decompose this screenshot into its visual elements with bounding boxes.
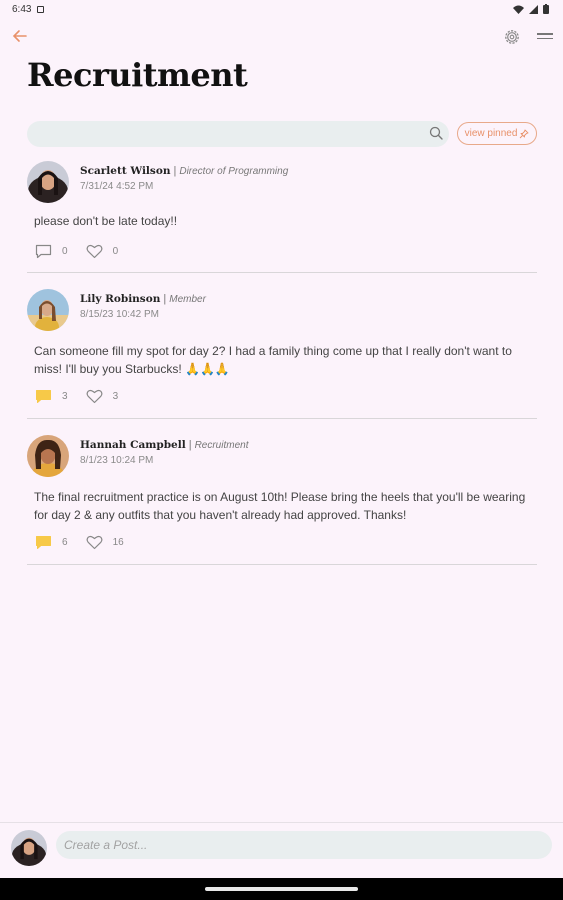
search-icon[interactable] (429, 126, 443, 140)
avatar[interactable] (27, 435, 69, 477)
heart-icon[interactable] (86, 535, 103, 550)
post-date: 8/15/23 10:42 PM (80, 309, 159, 320)
post-item[interactable]: Scarlett Wilson | Director of Programming … (27, 155, 537, 273)
like-count: 3 (112, 391, 119, 402)
signal-icon (529, 4, 538, 14)
heart-icon[interactable] (86, 244, 103, 259)
post-feed: Scarlett Wilson | Director of Programming … (27, 155, 537, 565)
post-item[interactable]: Lily Robinson | Member 8/15/23 10:42 PM Ca… (27, 273, 537, 419)
heart-icon[interactable] (86, 389, 103, 404)
post-author-role: Recruitment (194, 440, 249, 451)
home-gesture-handle[interactable] (205, 887, 358, 891)
post-date: 8/1/23 10:24 PM (80, 455, 154, 466)
notification-icon (37, 5, 45, 13)
gear-icon (505, 30, 519, 44)
comment-icon[interactable] (35, 244, 52, 259)
post-author-role: Member (169, 294, 206, 305)
arrow-left-icon (12, 30, 27, 42)
settings-button[interactable] (503, 28, 521, 46)
post-author-line: Hannah Campbell | Recruitment (80, 439, 249, 451)
search-row: view pinned (27, 121, 537, 147)
post-text: please don't be late today!! (34, 214, 178, 228)
wifi-icon (513, 5, 524, 14)
post-actions: 3 3 (35, 389, 136, 404)
like-count: 16 (112, 537, 124, 548)
battery-icon (543, 4, 549, 14)
comment-count: 3 (62, 391, 68, 402)
status-time: 6:43 (12, 3, 32, 15)
post-date: 7/31/24 4:52 PM (80, 181, 154, 192)
view-pinned-label: view pinned (464, 128, 518, 139)
post-author-line: Scarlett Wilson | Director of Programming (80, 165, 289, 177)
menu-button[interactable] (537, 30, 553, 44)
view-pinned-button[interactable]: view pinned (457, 122, 537, 145)
current-user-avatar[interactable] (11, 830, 47, 866)
post-text: The final recruitment practice is on Aug… (34, 490, 526, 522)
post-actions: 0 0 (35, 244, 136, 259)
post-composer (0, 822, 563, 878)
page-title: Recruitment (27, 56, 248, 94)
post-author[interactable]: Lily Robinson (80, 293, 160, 305)
comment-filled-icon[interactable] (35, 535, 52, 550)
post-author[interactable]: Hannah Campbell (80, 439, 186, 451)
comment-filled-icon[interactable] (35, 389, 52, 404)
avatar[interactable] (27, 161, 69, 203)
top-bar (0, 26, 563, 50)
back-button[interactable] (12, 28, 32, 48)
menu-line (537, 37, 553, 39)
post-actions: 6 16 (35, 535, 142, 550)
post-author-role: Director of Programming (179, 166, 289, 177)
search-input[interactable] (27, 121, 449, 147)
like-count: 0 (112, 246, 119, 257)
system-navigation-bar (0, 878, 563, 900)
menu-line (537, 33, 553, 35)
pin-icon (520, 129, 529, 138)
avatar[interactable] (27, 289, 69, 331)
post-author-line: Lily Robinson | Member (80, 293, 206, 305)
post-author[interactable]: Scarlett Wilson (80, 165, 170, 177)
create-post-input[interactable] (56, 831, 552, 859)
post-item[interactable]: Hannah Campbell | Recruitment 8/1/23 10:24… (27, 419, 537, 565)
comment-count: 0 (62, 246, 68, 257)
status-bar: 6:43 (0, 0, 563, 18)
post-text: Can someone fill my spot for day 2? I ha… (34, 344, 512, 376)
comment-count: 6 (62, 537, 68, 548)
